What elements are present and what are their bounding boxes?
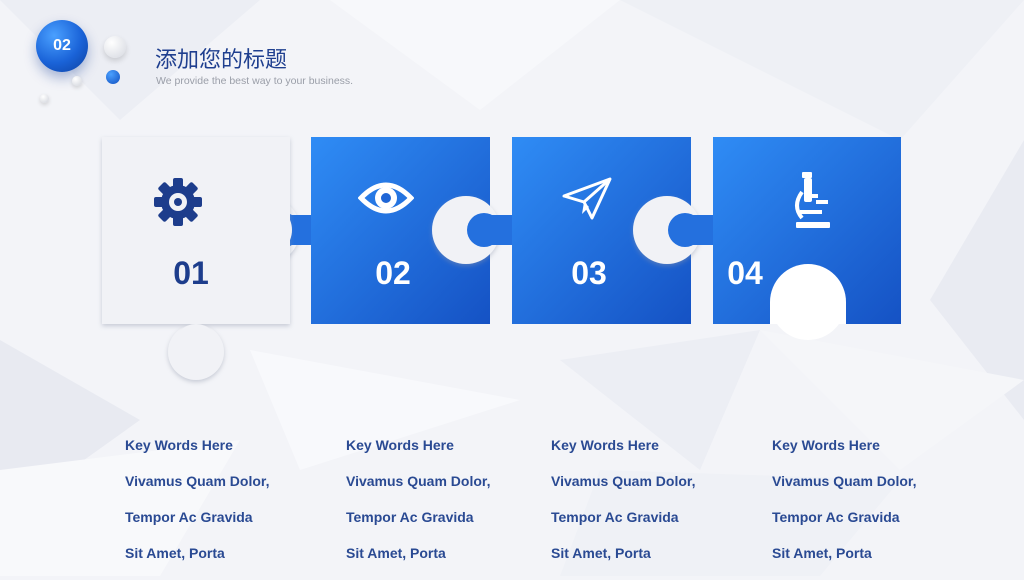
column-line: Vivamus Quam Dolor, [551, 473, 696, 489]
column-line: Key Words Here [551, 437, 659, 453]
column-line: Tempor Ac Gravida [125, 509, 253, 525]
column-line: Sit Amet, Porta [125, 545, 225, 561]
column-line: Vivamus Quam Dolor, [772, 473, 917, 489]
step-number-1: 01 [173, 255, 209, 291]
step-number-4: 04 [727, 255, 763, 291]
column-line: Vivamus Quam Dolor, [346, 473, 491, 489]
column-line: Key Words Here [125, 437, 233, 453]
text-column-4: Key Words Here Vivamus Quam Dolor, Tempo… [772, 436, 916, 580]
column-line: Vivamus Quam Dolor, [125, 473, 270, 489]
step-number-2: 02 [375, 255, 411, 291]
microscope-icon [795, 172, 830, 228]
paper-plane-icon [562, 177, 612, 220]
column-line: Tempor Ac Gravida [551, 509, 679, 525]
column-line: Sit Amet, Porta [772, 545, 872, 561]
text-column-3: Key Words Here Vivamus Quam Dolor, Tempo… [551, 436, 695, 580]
column-line: Sit Amet, Porta [346, 545, 446, 561]
column-line: Tempor Ac Gravida [346, 509, 474, 525]
text-column-1: Key Words Here Vivamus Quam Dolor, Tempo… [125, 436, 269, 580]
column-line: Key Words Here [346, 437, 454, 453]
gear-icon [154, 178, 202, 226]
step-number-3: 03 [571, 255, 607, 291]
eye-icon [358, 182, 414, 214]
text-column-2: Key Words Here Vivamus Quam Dolor, Tempo… [346, 436, 490, 580]
column-line: Tempor Ac Gravida [772, 509, 900, 525]
column-line: Sit Amet, Porta [551, 545, 651, 561]
column-line: Key Words Here [772, 437, 880, 453]
